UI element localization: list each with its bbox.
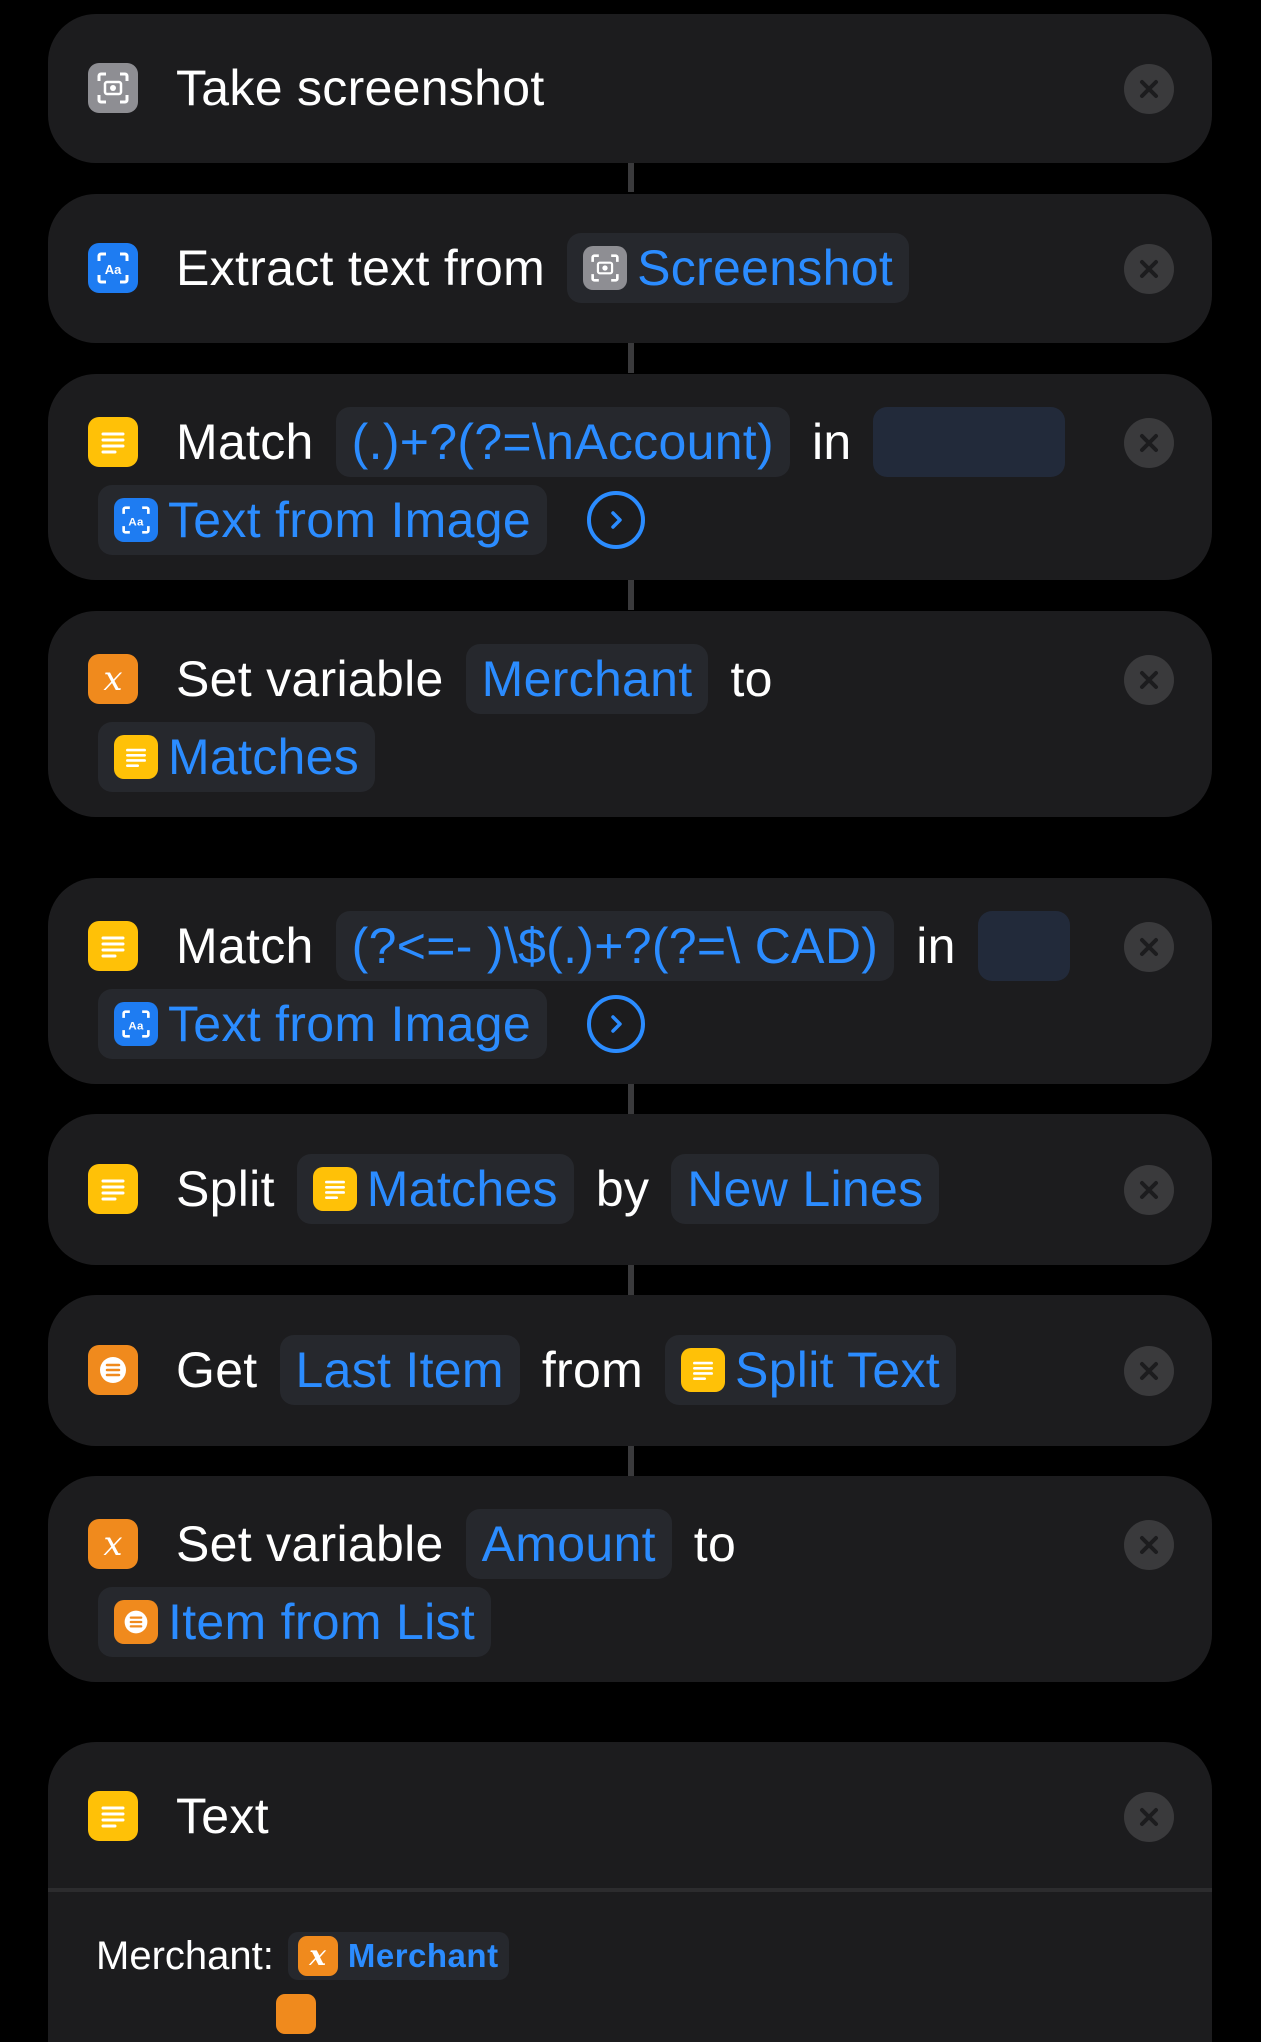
text-recognition-icon: Aa <box>114 1002 158 1046</box>
flow-connector <box>628 1084 634 1114</box>
action-get-item-from-list[interactable]: Get Last Item from Split Text <box>48 1295 1212 1446</box>
split-text-token[interactable]: Split Text <box>665 1335 956 1405</box>
action-title: Set variable <box>176 1516 444 1572</box>
action-extract-text[interactable]: Aa Extract text from Screenshot <box>48 194 1212 343</box>
action-title: Set variable <box>176 651 444 707</box>
action-title: Text <box>176 1788 269 1844</box>
matches-token[interactable]: Matches <box>296 1154 574 1224</box>
token-label: Split Text <box>735 1342 940 1398</box>
svg-text:Aa: Aa <box>128 1020 144 1032</box>
variable-x-icon: x <box>297 1936 338 1976</box>
flow-connector <box>628 343 634 373</box>
action-set-variable-merchant[interactable]: x Set variable Merchant to Matches <box>48 611 1212 817</box>
variable-x-icon <box>276 1994 316 2034</box>
text-from-image-token[interactable]: Aa Text from Image <box>98 485 547 555</box>
text-lines-icon <box>88 1164 138 1214</box>
screenshot-icon <box>88 63 138 113</box>
by-label: by <box>595 1161 650 1217</box>
flow-connector <box>628 580 634 610</box>
to-label: to <box>730 651 773 707</box>
text-body-line-partial <box>96 1994 316 2034</box>
regex-pattern-token[interactable]: (?<=- )\$(.)+?(?=\ CAD) <box>335 911 895 981</box>
regex-pattern-token[interactable]: (.)+?(?=\nAccount) <box>335 407 790 477</box>
action-title: Take screenshot <box>176 60 545 116</box>
list-icon <box>88 1345 138 1395</box>
chevron-right-circle-icon[interactable] <box>586 491 645 549</box>
text-lines-icon <box>88 921 138 971</box>
flow-connector <box>628 1446 634 1476</box>
text-body-line[interactable]: Merchant: x Merchant <box>96 1932 509 1980</box>
action-title: Match <box>176 918 314 974</box>
token-label: Item from List <box>168 1594 476 1650</box>
close-icon[interactable] <box>1124 64 1174 114</box>
close-icon[interactable] <box>1124 1165 1174 1215</box>
text-body-label: Merchant: <box>96 1933 274 1978</box>
text-from-image-token[interactable]: Aa Text from Image <box>98 989 547 1059</box>
action-title: Extract text from <box>176 240 546 296</box>
close-icon[interactable] <box>1124 1520 1174 1570</box>
action-title: Get <box>176 1342 258 1398</box>
variable-name-token[interactable]: Amount <box>465 1509 672 1579</box>
action-title: Split <box>176 1161 275 1217</box>
flow-connector <box>628 162 634 192</box>
to-label: to <box>693 1516 737 1572</box>
in-label: in <box>811 414 852 470</box>
token-label: Screenshot <box>637 240 894 296</box>
token-label: Merchant <box>347 1937 499 1974</box>
item-position-token[interactable]: Last Item <box>279 1335 520 1405</box>
empty-flags-token[interactable] <box>977 911 1070 981</box>
token-label: Matches <box>366 1161 558 1217</box>
flow-connector <box>628 1265 634 1295</box>
svg-text:Aa: Aa <box>105 262 122 277</box>
close-icon[interactable] <box>1124 1792 1174 1842</box>
variable-name-token[interactable]: Merchant <box>465 644 709 714</box>
action-match-amount[interactable]: Match (?<=- )\$(.)+?(?=\ CAD) in Aa Text… <box>48 878 1212 1084</box>
text-lines-icon <box>88 1791 138 1841</box>
action-split-text[interactable]: Split Matches by New Lines <box>48 1114 1212 1265</box>
action-match-merchant[interactable]: Match (.)+?(?=\nAccount) in Aa Text from… <box>48 374 1212 580</box>
in-label: in <box>916 918 956 974</box>
empty-flags-token[interactable] <box>873 407 1066 477</box>
chevron-right-circle-icon[interactable] <box>586 995 645 1053</box>
close-icon[interactable] <box>1124 418 1174 468</box>
separator-token[interactable]: New Lines <box>671 1154 940 1224</box>
action-set-variable-amount[interactable]: x Set variable Amount to Item from List <box>48 1476 1212 1682</box>
merchant-variable-token[interactable]: x Merchant <box>287 1932 509 1980</box>
matches-token[interactable]: Matches <box>98 722 376 792</box>
screenshot-variable-token[interactable]: Screenshot <box>567 233 910 303</box>
close-icon[interactable] <box>1124 922 1174 972</box>
action-take-screenshot[interactable]: Take screenshot <box>48 14 1212 163</box>
list-icon <box>114 1600 158 1644</box>
text-recognition-icon: Aa <box>88 243 138 293</box>
variable-x-icon: x <box>88 1519 138 1569</box>
text-lines-icon <box>114 735 158 779</box>
action-text[interactable]: Text Merchant: x Merchant <box>48 1742 1212 2042</box>
close-icon[interactable] <box>1124 1346 1174 1396</box>
from-label: from <box>541 1342 644 1398</box>
action-title: Match <box>176 414 314 470</box>
screenshot-icon <box>583 246 628 290</box>
divider <box>48 1888 1212 1892</box>
item-from-list-token[interactable]: Item from List <box>98 1587 492 1657</box>
text-lines-icon <box>681 1348 726 1392</box>
close-icon[interactable] <box>1124 655 1174 705</box>
token-label: Text from Image <box>168 492 531 548</box>
token-label: Matches <box>168 729 360 785</box>
close-icon[interactable] <box>1124 244 1174 294</box>
token-label: Text from Image <box>168 996 531 1052</box>
text-lines-icon <box>312 1167 357 1211</box>
svg-text:Aa: Aa <box>128 516 144 528</box>
text-lines-icon <box>88 417 138 467</box>
variable-x-icon: x <box>88 654 138 704</box>
text-recognition-icon: Aa <box>114 498 158 542</box>
